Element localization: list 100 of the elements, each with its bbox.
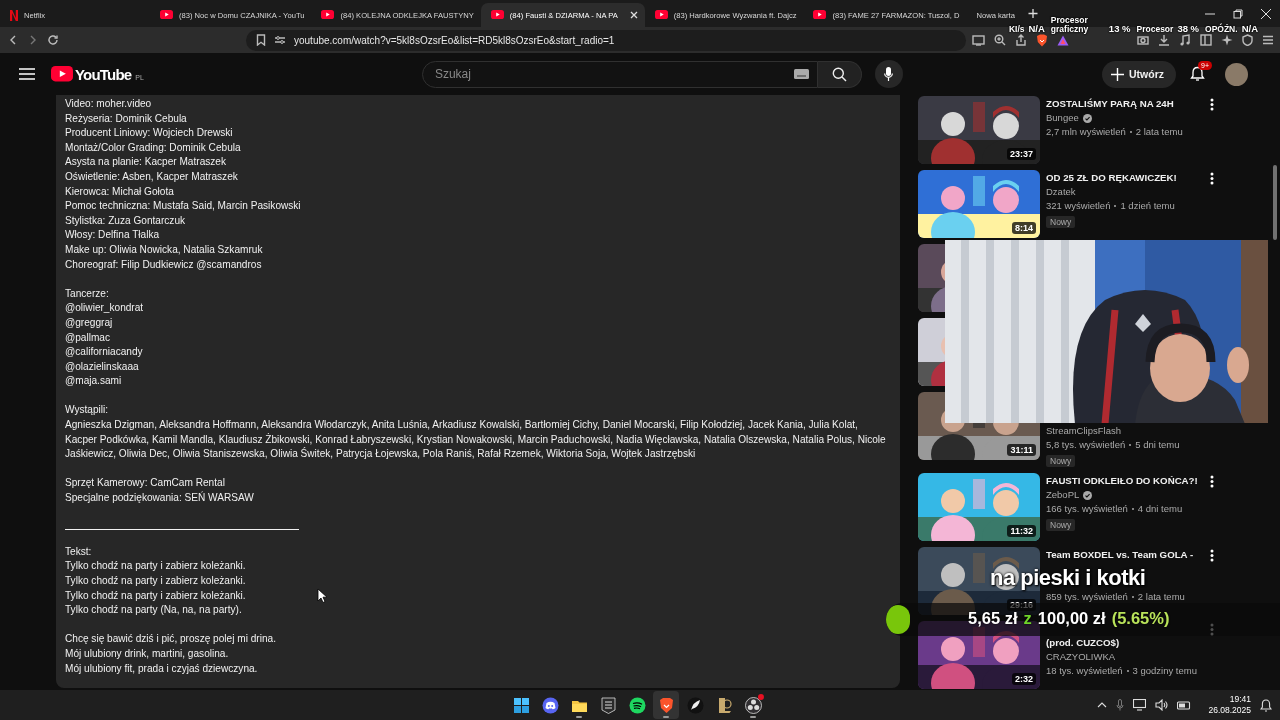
video-title[interactable]: FAUSTI ODKLEIŁO DO KOŃCA?!	[1046, 474, 1204, 488]
menu-icon[interactable]	[1262, 35, 1274, 45]
notification-bell-icon[interactable]	[1260, 698, 1272, 712]
upload-age: 4 dni temu	[1137, 502, 1183, 516]
plus-icon	[1111, 67, 1124, 81]
view-count: 859 tys. wyświetleń	[1046, 590, 1128, 604]
reload-icon[interactable]	[46, 33, 60, 47]
description-line: Tylko chodź na party (Na, na, na party).	[65, 603, 242, 618]
voice-search-button[interactable]	[874, 60, 903, 88]
sparkle-icon[interactable]	[1221, 34, 1233, 46]
youtube-logo-icon	[51, 66, 73, 82]
video-duration: 23:37	[1006, 148, 1036, 160]
share-icon[interactable]	[1015, 34, 1027, 46]
music-app-icon	[628, 696, 646, 714]
video-title[interactable]: (prod. CUZCO$)	[1046, 636, 1204, 650]
description-line: Producent Liniowy: Wojciech Drewski	[65, 126, 233, 141]
more-options-icon[interactable]	[1210, 172, 1214, 185]
goal-target: 100,00 zł	[1037, 609, 1106, 628]
video-title[interactable]: ZOSTALIŚMY PARĄ NA 24H	[1046, 97, 1204, 111]
game-controller-icon	[541, 696, 559, 714]
description-line: Tylko chodź na party i zabierz koleżanki.	[65, 574, 246, 588]
zoom-icon[interactable]	[994, 34, 1006, 46]
youtube-logo[interactable]: YouTube	[75, 65, 132, 83]
description-line: Oświetlenie: Asben, Kacper Matraszek	[65, 169, 238, 184]
description-line: Specjalne podziękowania: SEŃ WARSAW	[65, 491, 254, 506]
upload-age: 1 dzień temu	[1120, 199, 1175, 213]
goal-separator: z	[1023, 609, 1032, 628]
video-duration: 31:11	[1007, 444, 1036, 456]
channel-name[interactable]: Dzatek	[1046, 185, 1076, 199]
speaker-icon[interactable]	[1155, 699, 1169, 711]
clock-time: 19:41	[1229, 694, 1251, 705]
description-line: Reżyseria: Dominik Cebula	[65, 111, 187, 126]
search-button[interactable]	[817, 60, 862, 88]
stat-label: Procesor	[1136, 25, 1174, 34]
youtube-logo-icon	[160, 10, 173, 20]
site-settings-icon[interactable]	[274, 35, 286, 45]
upload-age: 3 godziny temu	[1132, 664, 1197, 678]
shield-icon	[599, 696, 617, 714]
create-button[interactable]: Utwórz	[1102, 60, 1176, 88]
description-line: Choreograf: Filip Dudkiewicz @scamandros	[65, 257, 262, 272]
description-line: Tancerze:	[65, 286, 109, 301]
stat-value: N/A	[1241, 23, 1258, 34]
video-title[interactable]: Team BOXDEL vs. Team GOLA -	[1046, 548, 1204, 562]
description-line: Wystąpili:	[65, 403, 109, 418]
new-badge: Nowy	[1046, 519, 1076, 531]
stat-value: N/A	[1028, 23, 1045, 34]
microphone-icon	[884, 67, 894, 81]
cast-icon[interactable]	[972, 34, 985, 46]
download-icon[interactable]	[1158, 34, 1170, 46]
lion-shield-icon[interactable]	[1036, 33, 1048, 47]
description-line: @californiacandy	[65, 345, 143, 360]
music-icon[interactable]	[1179, 34, 1191, 46]
description-line: @olazielinskaaa	[65, 359, 139, 374]
netflix-icon	[10, 9, 18, 21]
description-line: Tylko chodź na party i zabierz koleżanki.	[65, 588, 246, 603]
caret-icon[interactable]	[1097, 702, 1108, 708]
address-bar[interactable]: youtube.com/watch?v=5kl8sOzsrEo&list=RD5kl8sOzsrEo&start_radio=1	[246, 29, 966, 51]
keyboard-icon[interactable]	[793, 68, 809, 79]
channel-name[interactable]: CRAZYOLIWKA	[1046, 650, 1116, 664]
more-options-icon[interactable]	[1210, 475, 1214, 488]
bell-icon[interactable]	[1190, 66, 1205, 82]
description-line: Mój ulubiony drink, martini, gasolina.	[65, 646, 229, 661]
more-options-icon[interactable]	[1210, 549, 1214, 562]
description-line: @greggraj	[65, 315, 113, 330]
search-field[interactable]: Szukaj	[421, 60, 818, 88]
stat-value: 13 %	[1108, 23, 1131, 34]
triangle-icon[interactable]	[1057, 34, 1069, 46]
description-line: @pallmac	[65, 330, 111, 345]
channel-name[interactable]: Bungee	[1046, 111, 1079, 125]
view-count: 166 tys. wyświetleń	[1046, 502, 1128, 516]
stat-value: 38 %	[1177, 23, 1200, 34]
close-icon[interactable]	[629, 11, 638, 19]
goal-percent: (5.65%)	[1111, 609, 1170, 628]
goal-current: 5,65 zł	[968, 609, 1018, 628]
screenshot-icon[interactable]	[1137, 34, 1149, 46]
video-title[interactable]: OD 25 ZŁ DO RĘKAWICZEK!	[1046, 171, 1204, 185]
description-line: @maja.sami	[65, 374, 122, 389]
description-line: @oliwier_kondrat	[65, 301, 144, 316]
shield-icon[interactable]	[1242, 34, 1253, 46]
upload-age: 2 lata temu	[1135, 125, 1183, 139]
microphone-icon[interactable]	[1116, 699, 1125, 711]
restore-icon[interactable]	[1233, 8, 1243, 19]
monitor-icon[interactable]	[1133, 699, 1147, 711]
close-icon[interactable]	[1261, 8, 1271, 19]
clock-date: 26.08.2025	[1208, 705, 1251, 716]
more-options-icon[interactable]	[1210, 98, 1214, 111]
description-line: Montaż/Color Grading: Dominik Cebula	[65, 140, 241, 155]
cursor-icon	[317, 588, 327, 603]
avatar[interactable]	[1225, 62, 1248, 86]
bookmark-icon[interactable]	[256, 34, 266, 46]
video-duration: 8:14	[1012, 222, 1036, 234]
upload-age: 5 dni temu	[1135, 438, 1180, 452]
lion-shield-icon	[657, 696, 675, 714]
battery-icon[interactable]	[1177, 700, 1192, 710]
search-icon	[831, 66, 847, 82]
view-count: 2,7 mln wyświetleń	[1046, 125, 1126, 139]
sidebar-icon[interactable]	[1200, 34, 1212, 46]
channel-name[interactable]: ZeboPL	[1046, 488, 1080, 502]
channel-name[interactable]: StreamClipsFlash	[1046, 424, 1121, 438]
stat-label: KI/s	[1008, 25, 1025, 34]
